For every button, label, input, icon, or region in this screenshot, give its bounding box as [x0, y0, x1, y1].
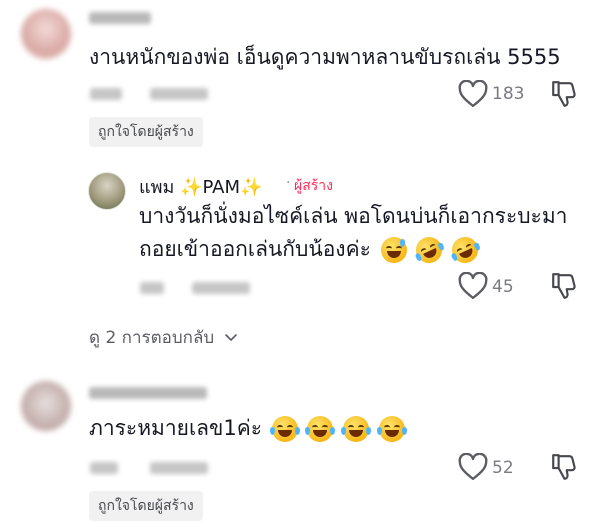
comment-meta: [90, 88, 122, 100]
creator-name[interactable]: แพม ✨PAM✨: [139, 172, 262, 201]
tears-of-joy-emoji: [341, 416, 372, 442]
comment-text-words: ภาระหมายเลข1ค่ะ: [89, 416, 263, 440]
tears-of-joy-emoji: [269, 416, 300, 442]
view-replies-button[interactable]: ดู 2 การตอบกลับ: [89, 324, 238, 351]
dislike-icon[interactable]: [551, 80, 577, 108]
tears-of-joy-emoji: [305, 416, 336, 442]
tears-of-joy-emoji: [376, 416, 407, 442]
reply-text-line-1: บางวันก็นั่งมอไซค์เล่น พอโดนบ่นก็เอากระบ…: [139, 204, 568, 228]
grinning-face-with-sweat-emoji: [380, 237, 407, 263]
dislike-icon[interactable]: [551, 453, 577, 481]
creator-label: ผู้สร้าง: [294, 178, 333, 194]
like-count: 45: [492, 277, 514, 297]
heart-outline-icon[interactable]: [458, 453, 488, 481]
commenter-username[interactable]: [89, 12, 151, 24]
comment-meta: [90, 462, 118, 474]
reply-meta: [140, 282, 164, 294]
dislike-icon[interactable]: [551, 272, 577, 300]
comment-text: ภาระหมายเลข1ค่ะ: [89, 411, 407, 445]
like-count: 183: [492, 84, 525, 104]
chevron-down-icon: [224, 334, 237, 341]
commenter-avatar[interactable]: [21, 9, 71, 59]
reply-text-line-2-words: ถอยเข้าออกเล่นกับน้องค่ะ: [139, 237, 371, 261]
liked-by-creator-badge: ถูกใจโดยผู้สร้าง: [89, 117, 203, 147]
heart-outline-icon[interactable]: [458, 80, 488, 108]
rolling-laughing-emoji: [412, 232, 447, 268]
comment-text: งานหนักของพ่อ เอ็นดูความพาหลานขับรถเล่น …: [89, 45, 561, 69]
creator-avatar[interactable]: [88, 172, 126, 210]
rolling-laughing-emoji: [447, 232, 483, 268]
like-count: 52: [492, 458, 514, 478]
name-separator: ·: [286, 175, 291, 191]
reply-text-line-2: ถอยเข้าออกเล่นกับน้องค่ะ: [139, 232, 483, 268]
commenter-username[interactable]: [89, 387, 207, 399]
heart-outline-icon[interactable]: [458, 272, 488, 300]
reply-link[interactable]: [150, 462, 208, 474]
view-replies-label: ดู 2 การตอบกลับ: [89, 328, 215, 348]
reply-link[interactable]: [192, 282, 250, 294]
commenter-avatar[interactable]: [21, 381, 71, 431]
reply-link[interactable]: [150, 88, 208, 100]
liked-by-creator-badge: ถูกใจโดยผู้สร้าง: [89, 491, 203, 521]
